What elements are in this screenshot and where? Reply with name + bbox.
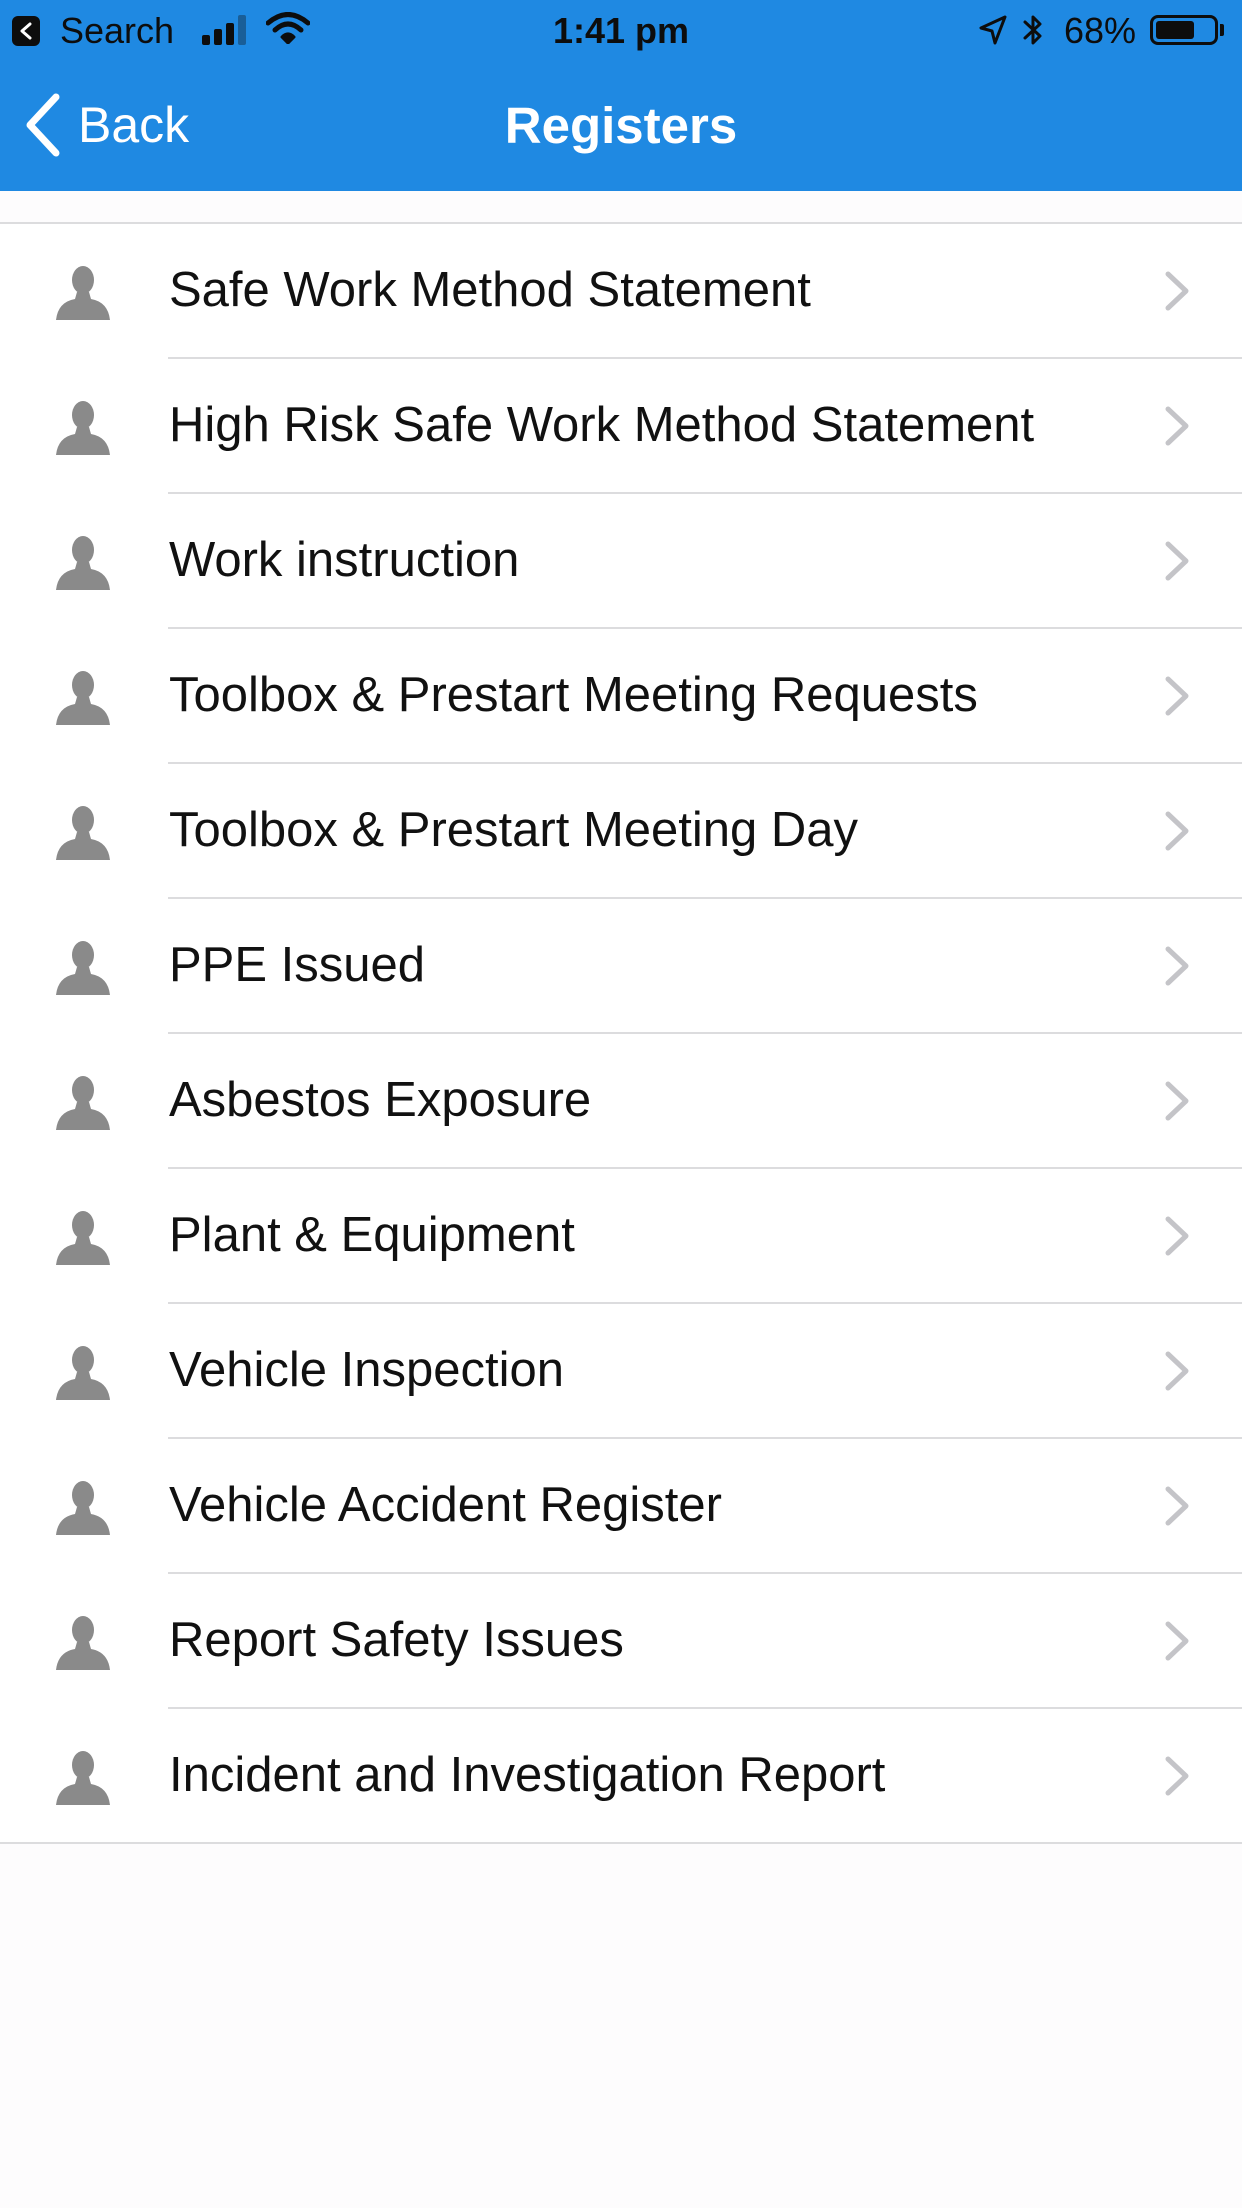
list-item[interactable]: Incident and Investigation Report	[0, 1709, 1242, 1844]
bluetooth-icon	[1023, 15, 1042, 45]
chevron-right-icon	[1162, 675, 1192, 717]
list-item-label: Toolbox & Prestart Meeting Requests	[169, 668, 978, 722]
chevron-right-icon	[1162, 1215, 1192, 1257]
list-item[interactable]: Safe Work Method Statement	[0, 224, 1242, 359]
list-item[interactable]: Toolbox & Prestart Meeting Requests	[0, 629, 1242, 764]
location-arrow-icon	[979, 15, 1007, 45]
list-item[interactable]: Asbestos Exposure	[0, 1034, 1242, 1169]
list-item-label: Incident and Investigation Report	[169, 1748, 886, 1802]
chevron-right-icon	[1162, 810, 1192, 852]
list-item-label: Plant & Equipment	[169, 1208, 575, 1262]
battery-icon	[1150, 15, 1218, 45]
battery-nub	[1220, 24, 1224, 36]
status-bar: Search 1:41 pm 68%	[0, 0, 1242, 62]
list-item-label: Vehicle Accident Register	[169, 1478, 722, 1532]
list-item[interactable]: Vehicle Accident Register	[0, 1439, 1242, 1574]
person-icon	[54, 534, 112, 590]
list-item-label: Work instruction	[169, 533, 520, 587]
person-icon	[54, 1074, 112, 1130]
registers-list: Safe Work Method Statement High Risk Safe…	[0, 222, 1242, 1844]
list-item-label: Asbestos Exposure	[169, 1073, 592, 1127]
list-item[interactable]: Vehicle Inspection	[0, 1304, 1242, 1439]
person-icon	[54, 264, 112, 320]
chevron-right-icon	[1162, 1350, 1192, 1392]
person-icon	[54, 804, 112, 860]
chevron-right-icon	[1162, 1485, 1192, 1527]
chevron-right-icon	[1162, 540, 1192, 582]
list-item[interactable]: PPE Issued	[0, 899, 1242, 1034]
list-item-label: Toolbox & Prestart Meeting Day	[169, 803, 859, 857]
status-time: 1:41 pm	[552, 10, 690, 51]
chevron-right-icon	[1162, 270, 1192, 312]
person-icon	[54, 1479, 112, 1535]
battery-percentage: 68%	[1064, 10, 1137, 51]
list-item-label: Safe Work Method Statement	[169, 263, 811, 317]
list-item[interactable]: High Risk Safe Work Method Statement	[0, 359, 1242, 494]
list-item-label: High Risk Safe Work Method Statement	[169, 398, 1035, 452]
battery-level-fill	[1156, 21, 1194, 39]
chevron-right-icon	[1162, 1080, 1192, 1122]
list-item-label: PPE Issued	[169, 938, 426, 992]
person-icon	[54, 1209, 112, 1265]
list-item[interactable]: Plant & Equipment	[0, 1169, 1242, 1304]
person-icon	[54, 399, 112, 455]
app-header: Search 1:41 pm 68% Back Registers	[0, 0, 1242, 191]
chevron-right-icon	[1162, 1620, 1192, 1662]
person-icon	[54, 1614, 112, 1670]
list-item-label: Vehicle Inspection	[169, 1343, 564, 1397]
person-icon	[54, 939, 112, 995]
navigation-bar: Back Registers	[0, 62, 1242, 191]
chevron-right-icon	[1162, 405, 1192, 447]
person-icon	[54, 1344, 112, 1400]
chevron-right-icon	[1162, 1755, 1192, 1797]
chevron-right-icon	[1162, 945, 1192, 987]
page-title: Registers	[504, 97, 738, 154]
person-icon	[54, 1749, 112, 1805]
registers-screen: Search 1:41 pm 68% Back Registers Safe W…	[0, 0, 1242, 2208]
list-item[interactable]: Report Safety Issues	[0, 1574, 1242, 1709]
list-item-label: Report Safety Issues	[169, 1613, 624, 1667]
person-icon	[54, 669, 112, 725]
list-item[interactable]: Toolbox & Prestart Meeting Day	[0, 764, 1242, 899]
list-item[interactable]: Work instruction	[0, 494, 1242, 629]
